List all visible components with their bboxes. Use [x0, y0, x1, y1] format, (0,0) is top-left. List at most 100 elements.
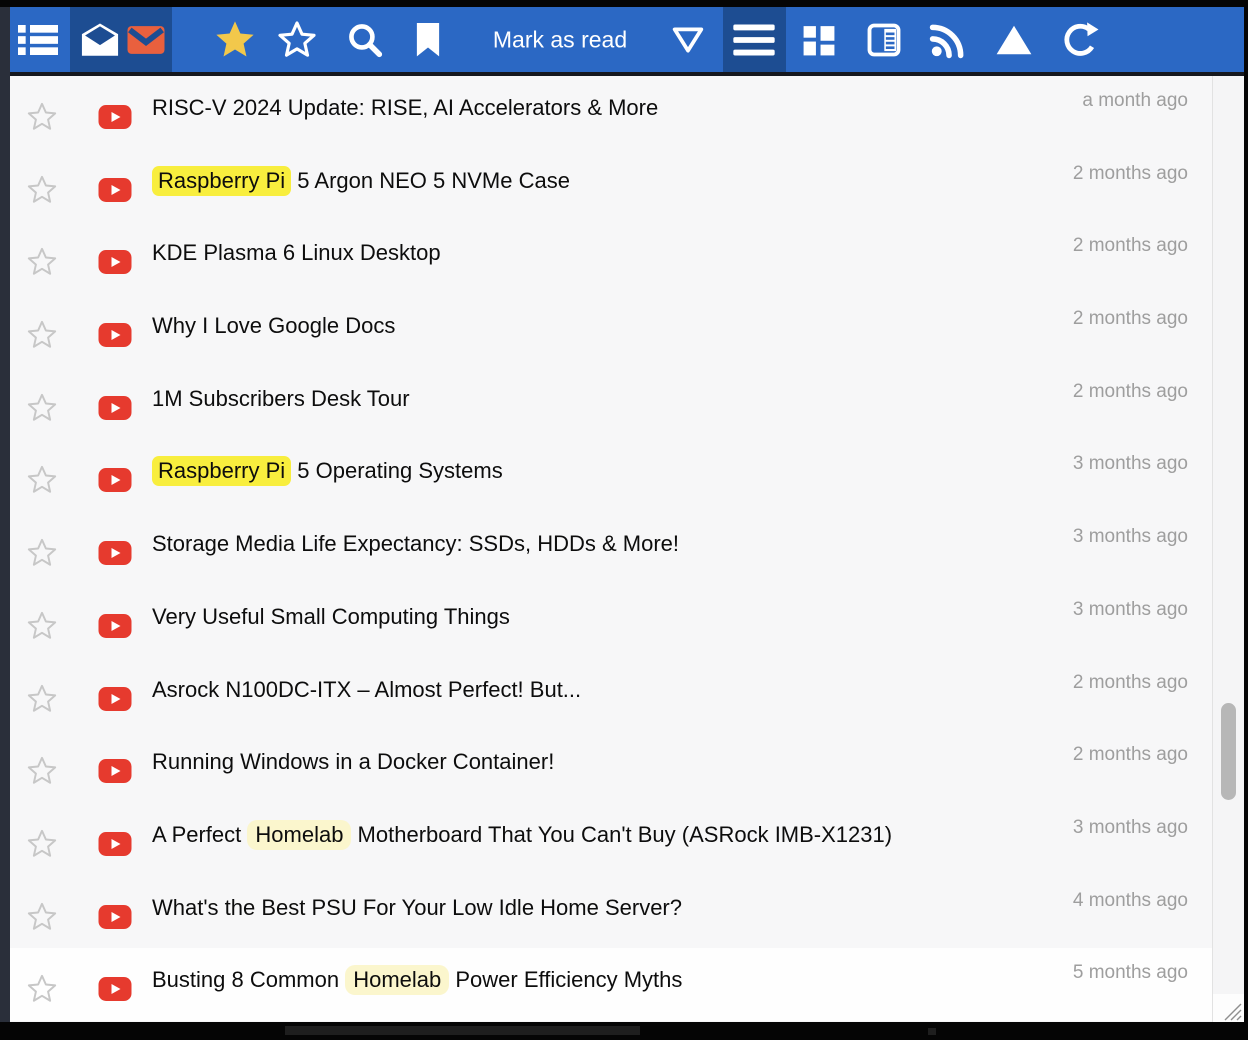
star-outline-icon — [27, 465, 58, 496]
article-row[interactable]: Very Useful Small Computing Things 3 mon… — [10, 585, 1212, 658]
star-toggle[interactable] — [27, 538, 58, 569]
article-row[interactable]: Asrock N100DC-ITX – Almost Perfect! But.… — [10, 658, 1212, 731]
star-toggle[interactable] — [27, 247, 58, 278]
article-row[interactable]: KDE Plasma 6 Linux Desktop 2 months ago — [10, 221, 1212, 294]
window-left-border — [0, 7, 10, 1022]
star-outline-icon — [27, 538, 58, 569]
youtube-icon — [99, 832, 132, 856]
scroll-to-top-button[interactable] — [995, 25, 1033, 55]
youtube-icon — [99, 323, 132, 347]
star-outline-icon — [277, 20, 317, 60]
toolbar: Mark as read — [10, 7, 1244, 72]
star-toggle[interactable] — [27, 828, 58, 859]
article-age: 3 months ago — [1073, 453, 1188, 475]
unread-mail-icon — [128, 26, 165, 54]
youtube-icon — [99, 905, 132, 929]
article-row[interactable]: RISC-V 2024 Update: RISE, AI Accelerator… — [10, 76, 1212, 149]
refresh-icon — [1062, 21, 1099, 58]
article-row[interactable]: Busting 8 Common Homelab Power Efficienc… — [10, 948, 1212, 1021]
scrollbar-thumb[interactable] — [1221, 703, 1236, 800]
star-outline-icon — [27, 320, 58, 351]
reader-view-button[interactable] — [866, 21, 903, 58]
cutoff-next-row-text — [285, 1026, 640, 1035]
article-row[interactable]: What's the Best PSU For Your Low Idle Ho… — [10, 876, 1212, 949]
star-outline-icon — [27, 610, 58, 641]
star-toggle[interactable] — [27, 610, 58, 641]
youtube-icon — [99, 250, 132, 274]
rss-icon — [930, 21, 967, 58]
star-toggle[interactable] — [27, 974, 58, 1005]
star-toggle[interactable] — [27, 174, 58, 205]
article-title: What's the Best PSU For Your Low Idle Ho… — [152, 895, 682, 921]
article-row[interactable]: A Perfect Homelab Motherboard That You C… — [10, 803, 1212, 876]
star-outline-icon — [27, 828, 58, 859]
article-title: Storage Media Life Expectancy: SSDs, HDD… — [152, 531, 679, 557]
mark-as-read-button[interactable]: Mark as read — [487, 25, 633, 54]
article-row[interactable]: Why I Love Google Docs 2 months ago — [10, 294, 1212, 367]
search-button[interactable] — [347, 21, 384, 58]
star-toggle[interactable] — [27, 392, 58, 423]
list-view-button[interactable] — [18, 24, 58, 56]
youtube-icon — [99, 396, 132, 420]
article-age: 3 months ago — [1073, 599, 1188, 621]
article-age: 4 months ago — [1073, 890, 1188, 912]
star-toggle[interactable] — [27, 756, 58, 787]
article-title: KDE Plasma 6 Linux Desktop — [152, 240, 441, 266]
unstar-button[interactable] — [277, 20, 317, 60]
article-row[interactable]: Running Windows in a Docker Container! 2… — [10, 730, 1212, 803]
refresh-button[interactable] — [1062, 21, 1099, 58]
youtube-icon — [99, 614, 132, 638]
article-title: A Perfect Homelab Motherboard That You C… — [152, 822, 892, 848]
article-title: Raspberry Pi 5 Argon NEO 5 NVMe Case — [152, 168, 570, 194]
bookmark-button[interactable] — [415, 23, 442, 57]
triangle-up-icon — [995, 25, 1033, 55]
article-title: Running Windows in a Docker Container! — [152, 749, 554, 775]
star-outline-icon — [27, 247, 58, 278]
article-row[interactable]: Storage Media Life Expectancy: SSDs, HDD… — [10, 512, 1212, 585]
reader-icon — [866, 21, 903, 58]
article-age: 2 months ago — [1073, 381, 1188, 403]
star-outline-icon — [27, 901, 58, 932]
youtube-icon — [99, 105, 132, 129]
article-title: Why I Love Google Docs — [152, 313, 395, 339]
rss-feeds-button[interactable] — [930, 21, 967, 58]
article-age: 2 months ago — [1073, 672, 1188, 694]
star-outline-icon — [27, 974, 58, 1005]
star-toggle[interactable] — [27, 683, 58, 714]
starred-filter-button[interactable] — [214, 18, 257, 61]
filter-button[interactable] — [672, 26, 704, 53]
article-age: 3 months ago — [1073, 526, 1188, 548]
youtube-icon — [99, 687, 132, 711]
scrollbar-track[interactable] — [1213, 76, 1244, 1022]
hamburger-icon — [733, 24, 775, 55]
star-toggle[interactable] — [27, 465, 58, 496]
cutoff-next-row-mark — [928, 1028, 936, 1035]
star-toggle[interactable] — [27, 901, 58, 932]
star-toggle[interactable] — [27, 320, 58, 351]
star-toggle[interactable] — [27, 102, 58, 133]
star-outline-icon — [27, 102, 58, 133]
youtube-icon — [99, 468, 132, 492]
open-mail-icon — [81, 23, 119, 56]
article-title: RISC-V 2024 Update: RISE, AI Accelerator… — [152, 95, 658, 121]
article-age: 2 months ago — [1073, 744, 1188, 766]
star-outline-icon — [27, 174, 58, 205]
article-title: Busting 8 Common Homelab Power Efficienc… — [152, 967, 682, 993]
article-age: 2 months ago — [1073, 235, 1188, 257]
star-filled-icon — [214, 18, 257, 61]
filter-funnel-icon — [672, 26, 704, 53]
article-row[interactable]: Raspberry Pi 5 Operating Systems 3 month… — [10, 439, 1212, 512]
open-mail-button[interactable] — [81, 23, 119, 56]
article-title: Raspberry Pi 5 Operating Systems — [152, 458, 503, 484]
article-row[interactable]: Raspberry Pi 5 Argon NEO 5 NVMe Case 2 m… — [10, 149, 1212, 222]
bookmark-icon — [415, 23, 442, 57]
article-row[interactable]: 1M Subscribers Desk Tour 2 months ago — [10, 367, 1212, 440]
star-outline-icon — [27, 683, 58, 714]
article-age: 5 months ago — [1073, 962, 1188, 984]
resize-grip[interactable] — [1213, 994, 1244, 1022]
unread-mail-button[interactable] — [128, 26, 165, 54]
menu-button[interactable] — [733, 24, 775, 55]
youtube-icon — [99, 977, 132, 1001]
layout-button[interactable] — [801, 21, 838, 58]
search-icon — [347, 21, 384, 58]
